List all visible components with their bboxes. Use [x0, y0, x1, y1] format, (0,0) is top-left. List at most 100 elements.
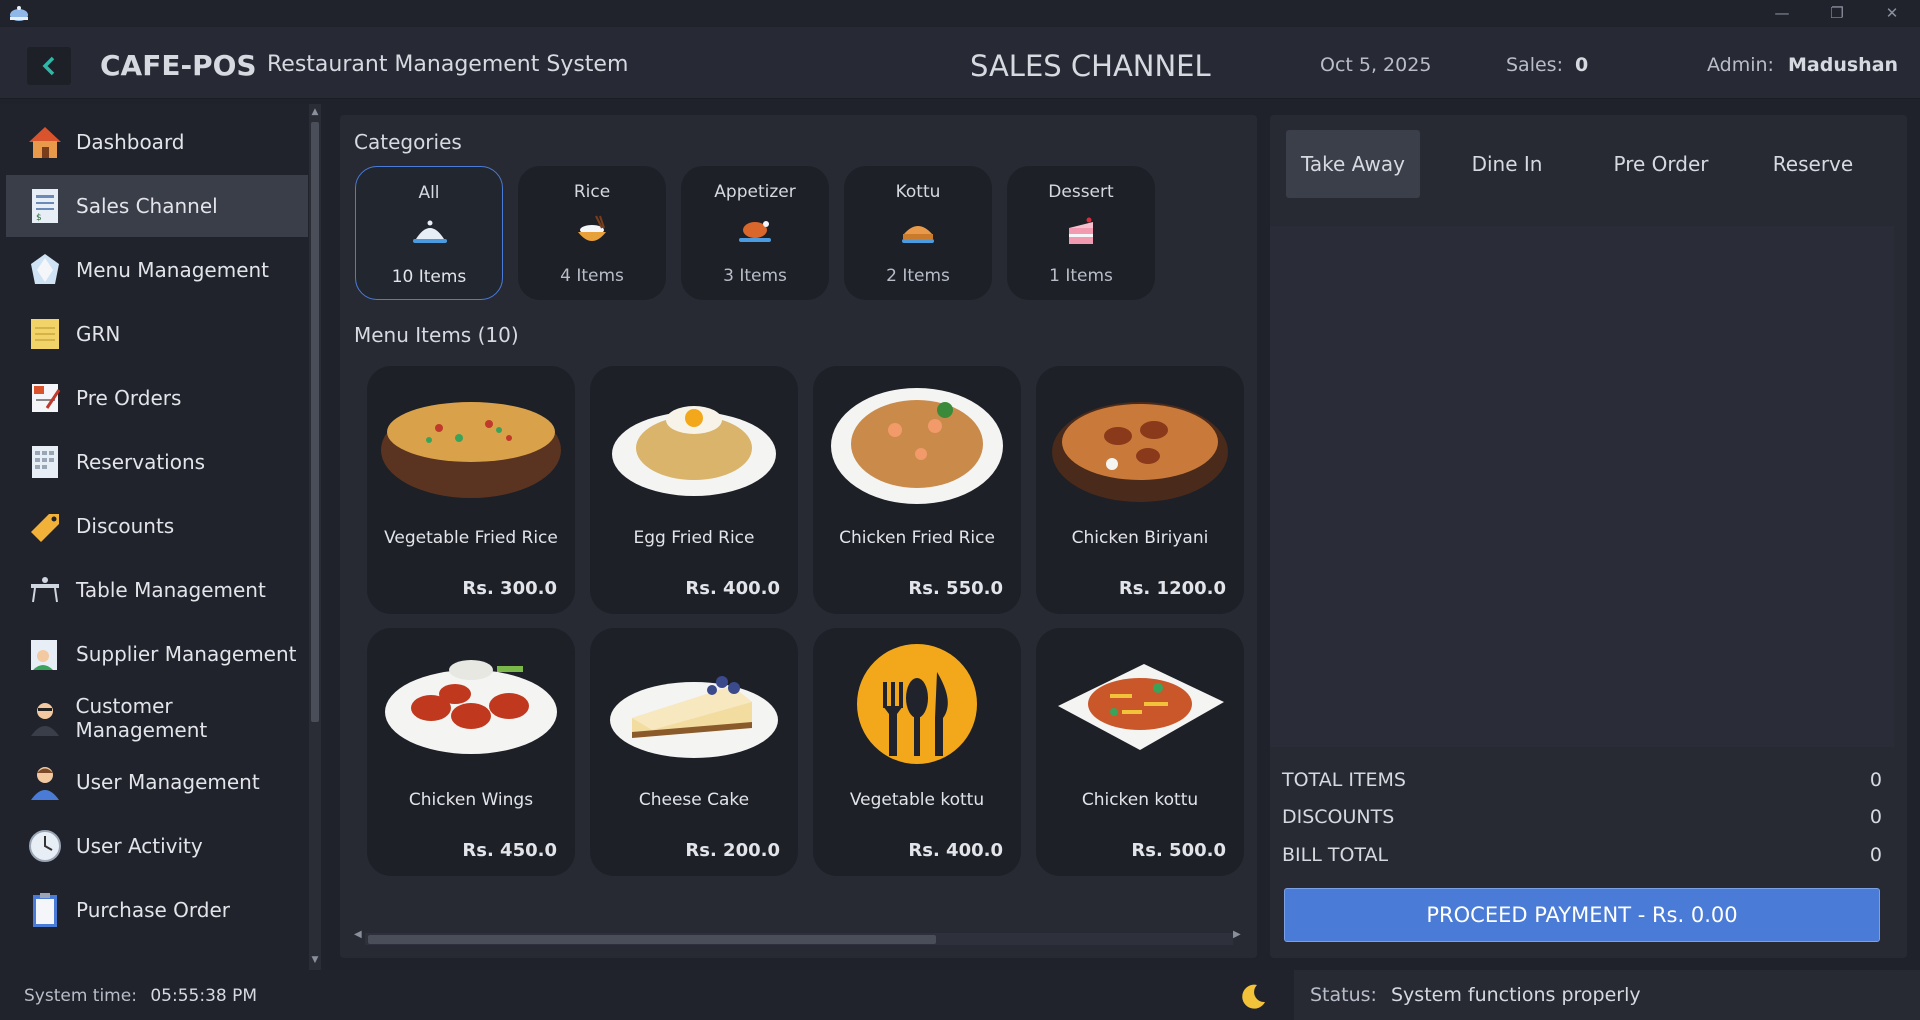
- total-items-label: TOTAL ITEMS: [1282, 769, 1406, 791]
- bill-total-value: 0: [1869, 844, 1882, 866]
- app-subtitle: Restaurant Management System: [267, 52, 629, 77]
- sidebar-item-user-activity[interactable]: User Activity: [6, 815, 308, 877]
- scroll-down-icon[interactable]: ▼: [310, 955, 320, 965]
- menu-item-name: Chicken Fried Rice: [839, 528, 995, 548]
- menu-item-card[interactable]: Cheese Cake Rs. 200.0: [590, 628, 798, 876]
- sidebar-item-purchase-order[interactable]: Purchase Order: [6, 879, 308, 941]
- tab-pre-order[interactable]: Pre Order: [1594, 130, 1728, 198]
- scroll-right-icon[interactable]: ▶: [1233, 929, 1241, 940]
- sidebar-item-sales-channel[interactable]: $ Sales Channel: [6, 175, 308, 237]
- app-header: CAFE-POS Restaurant Management System SA…: [0, 27, 1920, 99]
- chicken-biriyani-image: [1052, 402, 1228, 502]
- category-name: Rice: [573, 182, 611, 202]
- chevron-left-icon: [42, 56, 55, 76]
- calendar-icon: [24, 441, 66, 483]
- sidebar-item-label: Supplier Management: [76, 642, 297, 666]
- utensils-placeholder-image: [857, 644, 977, 764]
- summary-bill-total: BILL TOTAL 0: [1282, 844, 1882, 866]
- menu-item-card[interactable]: Chicken Fried Rice Rs. 550.0: [813, 366, 1021, 614]
- category-appetizer[interactable]: Appetizer 3 Items: [681, 166, 829, 300]
- proceed-payment-button[interactable]: PROCEED PAYMENT - Rs. 0.00: [1284, 888, 1880, 942]
- clock-icon: [24, 825, 66, 867]
- menu-item-card[interactable]: Chicken kottu Rs. 500.0: [1036, 628, 1244, 876]
- sidebar-item-menu-management[interactable]: Menu Management: [6, 239, 308, 301]
- menu-item-name: Vegetable Fried Rice: [384, 528, 558, 548]
- category-name: Appetizer: [714, 182, 796, 202]
- sidebar-item-label: Menu Management: [76, 258, 270, 282]
- sidebar-item-dashboard[interactable]: Dashboard: [6, 111, 308, 173]
- sidebar-item-customer-management[interactable]: Customer Management: [6, 687, 308, 749]
- category-count: 2 Items: [886, 266, 950, 286]
- scroll-up-icon[interactable]: ▲: [310, 107, 320, 117]
- chicken-kottu-image: [1058, 664, 1224, 750]
- sidebar-item-pre-orders[interactable]: Pre Orders: [6, 367, 308, 429]
- tab-dine-in[interactable]: Dine In: [1440, 130, 1574, 198]
- menu-item-card[interactable]: Egg Fried Rice Rs. 400.0: [590, 366, 798, 614]
- page-title: SALES CHANNEL: [970, 49, 1211, 83]
- sidebar-item-label: Discounts: [76, 514, 175, 538]
- scroll-left-icon[interactable]: ◀: [354, 929, 362, 940]
- menu-item-name: Egg Fried Rice: [633, 528, 755, 548]
- sidebar-item-grn[interactable]: GRN: [6, 303, 308, 365]
- sidebar-item-reservations[interactable]: Reservations: [6, 431, 308, 493]
- sidebar-item-label: Dashboard: [76, 130, 185, 154]
- svg-text:$: $: [36, 213, 42, 223]
- menu-item-name: Chicken kottu: [1081, 790, 1199, 810]
- system-time: System time: 05:55:38 PM: [24, 986, 257, 1006]
- discounts-label: DISCOUNTS: [1282, 806, 1395, 828]
- menu-item-card[interactable]: Chicken Biriyani Rs. 1200.0: [1036, 366, 1244, 614]
- close-button[interactable]: ✕: [1874, 2, 1910, 24]
- category-dessert[interactable]: Dessert 1 Items: [1007, 166, 1155, 300]
- chicken-fried-rice-image: [831, 388, 1003, 504]
- category-all[interactable]: All 10 Items: [355, 166, 503, 300]
- category-rice[interactable]: Rice 4 Items: [518, 166, 666, 300]
- tab-reserve[interactable]: Reserve: [1746, 130, 1880, 198]
- menu-item-price: Rs. 550.0: [908, 578, 1003, 599]
- menu-item-price: Rs. 1200.0: [1118, 578, 1226, 599]
- sidebar-item-discounts[interactable]: Discounts: [6, 495, 308, 557]
- restore-button[interactable]: ❐: [1819, 2, 1855, 24]
- category-name: Dessert: [1048, 182, 1114, 202]
- minimize-button[interactable]: —: [1764, 2, 1800, 24]
- notepad-icon: [24, 313, 66, 355]
- sidebar-item-label: Table Management: [76, 578, 266, 602]
- sidebar-scrollbar-thumb[interactable]: [311, 122, 319, 722]
- sidebar-item-label: Sales Channel: [76, 194, 218, 218]
- sidebar-item-label: Reservations: [76, 450, 206, 474]
- menu-item-card[interactable]: Vegetable Fried Rice Rs. 300.0: [367, 366, 575, 614]
- category-kottu[interactable]: Kottu 2 Items: [844, 166, 992, 300]
- moon-icon[interactable]: [1237, 982, 1267, 1012]
- house-icon: [24, 121, 66, 163]
- back-button[interactable]: [27, 47, 71, 85]
- sidebar-item-user-management[interactable]: User Management: [6, 751, 308, 813]
- brand-name: CAFE-POS: [100, 49, 257, 82]
- bill-total-label: BILL TOTAL: [1282, 844, 1389, 866]
- sidebar-item-supplier-management[interactable]: Supplier Management: [6, 623, 308, 685]
- sidebar-item-label: Customer Management: [75, 694, 208, 742]
- category-count: 10 Items: [391, 267, 467, 287]
- menu-item-card[interactable]: Chicken Wings Rs. 450.0: [367, 628, 575, 876]
- customer-icon: [24, 697, 66, 739]
- cart-list[interactable]: [1270, 226, 1894, 747]
- menu-item-price: Rs. 400.0: [908, 840, 1003, 861]
- clipboard-list-icon: [24, 889, 66, 931]
- category-name: Kottu: [895, 182, 941, 202]
- cake-icon: [1069, 217, 1093, 244]
- sidebar-item-table-management[interactable]: Table Management: [6, 559, 308, 621]
- tag-icon: [24, 505, 66, 547]
- menu-item-price: Rs. 450.0: [462, 840, 557, 861]
- invoice-icon: $: [24, 185, 66, 227]
- category-name: All: [418, 183, 440, 203]
- menu-items-title: Menu Items (10): [354, 323, 519, 347]
- status-label: Status:: [1310, 984, 1377, 1006]
- menu-horizontal-scrollbar-thumb[interactable]: [368, 935, 936, 944]
- header-date: Oct 5, 2025: [1320, 54, 1432, 76]
- admin-value: Madushan: [1788, 54, 1899, 76]
- menu-item-name: Cheese Cake: [638, 790, 750, 810]
- cloche-icon: [10, 6, 28, 21]
- menu-item-card[interactable]: Vegetable kottu Rs. 400.0: [813, 628, 1021, 876]
- menu-item-price: Rs. 300.0: [462, 578, 557, 599]
- table-icon: [24, 569, 66, 611]
- tab-take-away[interactable]: Take Away: [1286, 130, 1420, 198]
- summary-discounts: DISCOUNTS 0: [1282, 806, 1882, 828]
